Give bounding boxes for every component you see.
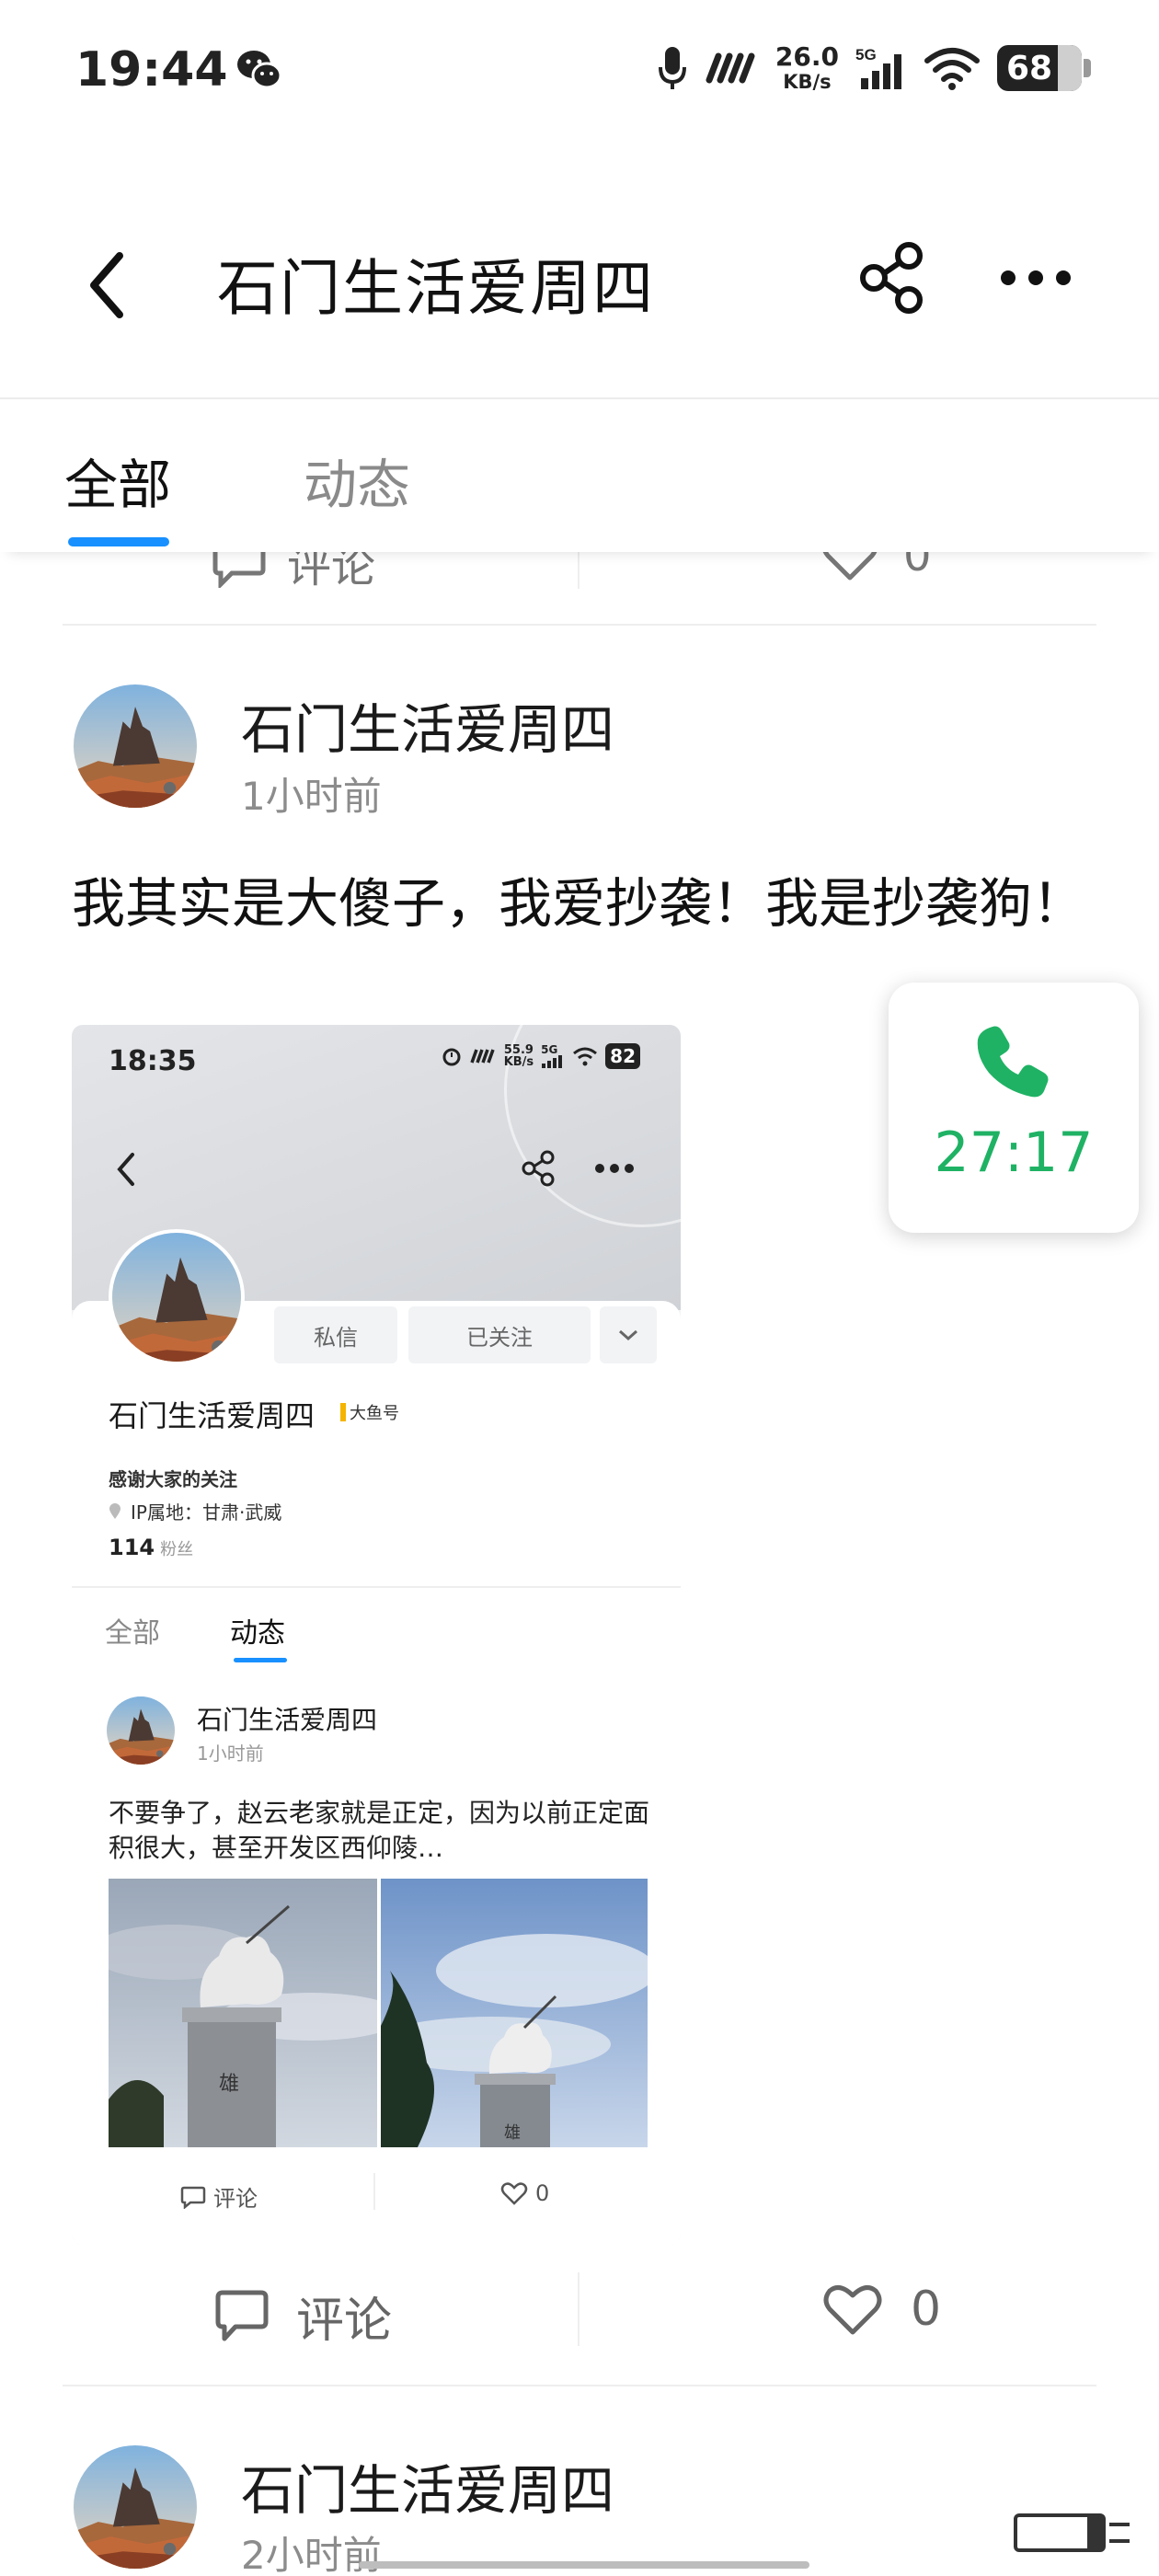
back-arrow-icon[interactable] [83, 248, 134, 322]
embedded-comment: 评论 [180, 2180, 258, 2213]
embedded-tab-dynamics: 动态 [230, 1617, 285, 1650]
avatar[interactable] [74, 684, 197, 808]
comment-icon [180, 2186, 206, 2209]
call-duration: 27:17 [934, 1121, 1094, 1185]
post-actions: 评论 0 [0, 2272, 1159, 2364]
next-post-author-name[interactable]: 石门生活爱周四 [241, 2447, 614, 2524]
share-icon[interactable] [857, 241, 925, 315]
comment-icon [215, 2290, 269, 2340]
network-speed: 26.0 KB/s [775, 41, 839, 93]
status-bar: 19:44 26.0 KB/s 5G 68 [0, 0, 1159, 147]
location-pin-icon [109, 1502, 120, 1519]
heart-icon [500, 2182, 528, 2205]
wifi-icon [924, 48, 980, 90]
alarm-icon [442, 1048, 461, 1066]
tab-all[interactable]: 全部 [64, 442, 171, 519]
comment-label: 评论 [296, 2294, 393, 2349]
share-icon [522, 1150, 555, 1187]
post-author-name[interactable]: 石门生活爱周四 [241, 686, 614, 764]
following-button: 已关注 [408, 1306, 591, 1363]
action-separator [578, 2272, 580, 2346]
embedded-tab-all: 全部 [105, 1617, 160, 1650]
avatar[interactable] [74, 2445, 197, 2569]
ip-location: IP属地：甘肃·武威 [109, 1498, 281, 1524]
embedded-post-author: 石门生活爱周四 [197, 1705, 378, 1735]
svg-text:5G: 5G [855, 46, 877, 63]
svg-text:雄: 雄 [219, 2073, 239, 2096]
embedded-tab-indicator [234, 1658, 287, 1662]
wechat-icon [237, 51, 282, 89]
signal-5g-icon: 5G [855, 46, 901, 89]
vendor-logo-icon [470, 1049, 495, 1064]
profile-divider [72, 1586, 681, 1588]
post-text: 我其实是大傻子，我爱抄袭！我是抄袭狗！ [72, 872, 1086, 935]
profile-name: 石门生活爱周四 [109, 1398, 316, 1433]
embedded-post-avatar [107, 1696, 175, 1765]
comment-button[interactable]: 评论 [215, 2282, 392, 2351]
post-image-screenshot[interactable]: 18:35 55.9 KB/s 5G 82 私信 已关注 石门生活爱周四 大鱼号… [72, 1025, 681, 2245]
embedded-post-text: 不要争了，赵云老家就是正定，因为以前正定面积很大，甚至开发区西仰陵… [109, 1798, 650, 1863]
profile-avatar [109, 1229, 245, 1365]
app-header: 石门生活爱周四 [0, 193, 1159, 359]
more-options-icon [595, 1164, 634, 1173]
embedded-battery: 82 [605, 1043, 640, 1069]
embedded-post-actions: 评论 0 [72, 2162, 681, 2226]
embedded-post-time: 1小时前 [197, 1742, 264, 1765]
svg-text:雄: 雄 [504, 2123, 521, 2143]
post-divider [63, 2385, 1096, 2386]
page-title: 石门生活爱周四 [217, 253, 655, 324]
action-separator [373, 2173, 375, 2210]
embedded-like: 0 [500, 2180, 549, 2206]
vendor-logo-icon [706, 52, 755, 84]
active-tab-indicator [68, 537, 169, 546]
embedded-speed-unit: KB/s [503, 1055, 534, 1069]
home-indicator[interactable] [359, 2561, 809, 2569]
like-button[interactable]: 0 [822, 2282, 941, 2337]
chevron-down-icon [619, 1329, 637, 1341]
tab-bar: 全部 动态 [0, 399, 1159, 552]
status-time: 19:44 [75, 42, 228, 98]
microphone-icon [658, 47, 686, 89]
phone-icon [977, 1026, 1049, 1098]
floating-window-icon[interactable] [1012, 2510, 1133, 2556]
account-badge: 大鱼号 [340, 1400, 399, 1424]
fans-count: 114 粉丝 [109, 1535, 194, 1560]
heart-icon [823, 2284, 882, 2335]
battery-indicator: 68 [997, 45, 1091, 91]
profile-bio: 感谢大家的关注 [109, 1468, 237, 1490]
tab-dynamics[interactable]: 动态 [304, 442, 410, 519]
statue-photo: 雄 [109, 1879, 377, 2147]
dropdown-button [600, 1306, 657, 1363]
more-options-icon[interactable] [999, 267, 1073, 289]
back-arrow-icon [117, 1153, 134, 1186]
embedded-network: 5G [541, 1043, 558, 1056]
message-button: 私信 [274, 1306, 397, 1363]
like-count: 0 [911, 2282, 942, 2337]
embedded-status-time: 18:35 [109, 1045, 197, 1077]
post-time: 1小时前 [241, 774, 382, 819]
ongoing-call-widget[interactable]: 27:17 [889, 983, 1139, 1233]
embedded-status-icons: 55.9 KB/s 5G 82 [442, 1043, 640, 1069]
statue-photo: 雄 [381, 1879, 648, 2147]
post-divider [63, 624, 1096, 626]
wifi-icon [573, 1047, 598, 1066]
signal-icon [542, 1055, 563, 1068]
